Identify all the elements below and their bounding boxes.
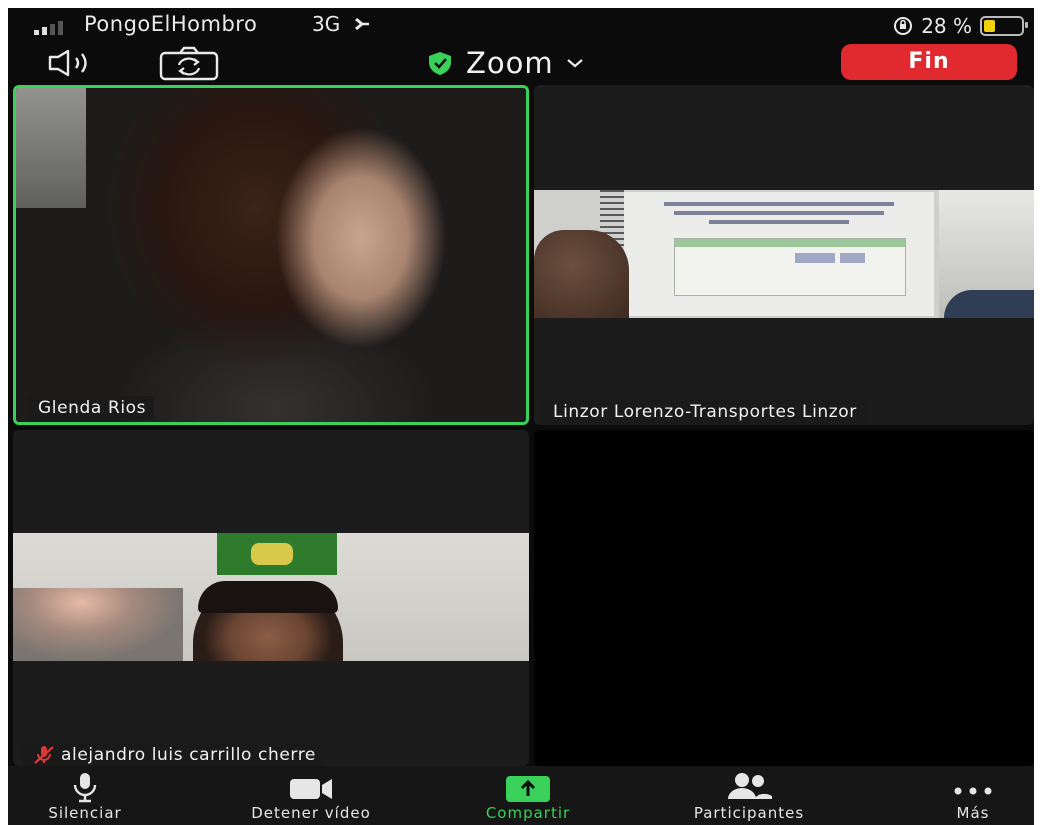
battery-percent: 28 % [921,14,972,38]
participant-name: alejandro luis carrillo cherre [61,745,316,765]
battery-fill [984,20,996,32]
meeting-title[interactable]: Zoom [426,46,584,80]
participant-tile-linzor-lorenzo[interactable]: Linzor Lorenzo-Transportes Linzor [534,85,1034,425]
microphone-icon [73,773,97,803]
video-camera-icon [290,779,332,799]
participant-video [13,533,529,661]
participants-button[interactable]: Participantes [664,766,834,825]
speaker-icon[interactable] [46,48,110,78]
participant-name-tag: Linzor Lorenzo-Transportes Linzor [541,400,865,424]
share-button[interactable]: Compartir [463,766,593,825]
empty-tile-area [534,430,1034,766]
camera-switch-icon[interactable] [158,46,220,82]
participant-tile-glenda-rios[interactable]: Glenda Rios [13,85,529,425]
carrier-name: PongoElHombro [84,12,258,36]
document-page [624,192,934,316]
stop-video-label: Detener vídeo [251,804,371,822]
meeting-top-bar: Zoom Fin [8,44,1034,84]
battery-icon [980,16,1028,36]
participant-name-tag: alejandro luis carrillo cherre [23,743,324,766]
meeting-toolbar: Silenciar Detener vídeo Compartir Partic… [8,766,1034,825]
more-dots-icon [954,787,992,795]
share-label: Compartir [485,804,571,822]
shelf-items [13,588,183,661]
participant-video [16,88,526,422]
share-screen-icon [506,776,550,802]
chevron-down-icon [566,59,583,68]
status-bar: PongoElHombro 3G 28 % [8,8,1034,44]
battery-status: 28 % [893,14,1028,38]
app-title: Zoom [466,46,554,80]
zoom-meeting-screen: PongoElHombro 3G 28 % Zoom Fin Glenda Ri… [8,8,1034,825]
mute-button[interactable]: Silenciar [20,766,150,825]
participant-tile-alejandro[interactable]: alejandro luis carrillo cherre [13,430,529,766]
wall-flag [217,533,337,575]
muted-microphone-icon [34,746,54,764]
network-type: 3G [312,12,371,36]
mute-label: Silenciar [48,804,122,822]
participants-label: Participantes [693,804,805,822]
end-meeting-button[interactable]: Fin [841,44,1017,80]
signal-strength-icon [34,21,63,35]
more-button[interactable]: Más [928,766,1018,825]
stop-video-button[interactable]: Detener vídeo [226,766,396,825]
participants-icon [728,773,772,799]
participant-name-tag: Glenda Rios [26,396,155,420]
hand [534,230,629,318]
orientation-lock-icon [894,17,913,35]
shield-check-icon [429,52,451,75]
person-hair [198,581,338,613]
background-wall [16,88,86,208]
more-label: Más [956,804,990,822]
participant-video [534,190,1034,318]
call-forward-icon [354,17,369,31]
